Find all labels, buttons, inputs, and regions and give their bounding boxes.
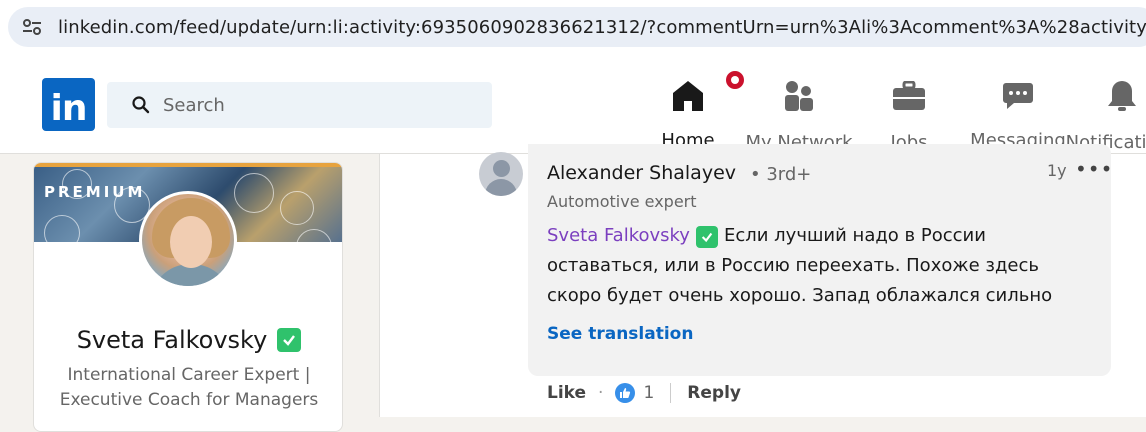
search-box[interactable] <box>107 82 492 128</box>
linkedin-logo[interactable]: in <box>42 78 95 131</box>
top-nav: in Home My Network <box>0 57 1146 154</box>
commenter-headline: Automotive expert <box>547 192 697 211</box>
nav-my-network[interactable]: My Network <box>745 77 853 153</box>
verified-icon <box>277 328 302 352</box>
home-notification-dot <box>724 69 746 91</box>
mention-link[interactable]: Sveta Falkovsky <box>547 225 690 246</box>
like-count[interactable]: 1 <box>643 383 654 403</box>
address-bar[interactable]: linkedin.com/feed/update/urn:li:activity… <box>8 7 1146 47</box>
home-icon <box>673 81 703 111</box>
separator-dot: · <box>598 383 604 403</box>
comment-actions: Like · 1 Reply <box>547 383 741 403</box>
profile-avatar[interactable] <box>139 191 237 289</box>
nav-notifications[interactable]: Notifications <box>1066 77 1146 153</box>
browser-toolbar: linkedin.com/feed/update/urn:li:activity… <box>0 0 1146 57</box>
profile-headline: International Career Expert | Executive … <box>59 365 319 410</box>
connection-degree: • 3rd+ <box>750 164 812 185</box>
see-translation-link[interactable]: See translation <box>547 324 693 344</box>
feed-post-panel: Alexander Shalayev • 3rd+ 1y ••• Automot… <box>379 144 1146 417</box>
bell-icon <box>1108 81 1136 111</box>
briefcase-icon <box>893 81 925 110</box>
divider <box>670 383 672 403</box>
network-icon <box>785 81 813 111</box>
profile-name[interactable]: Sveta Falkovsky <box>77 326 268 354</box>
url-text[interactable]: linkedin.com/feed/update/urn:li:activity… <box>58 17 1146 38</box>
nav-messaging[interactable]: Messaging <box>970 77 1066 153</box>
reply-button[interactable]: Reply <box>687 383 741 403</box>
profile-card: PREMIUM Sveta Falkovsky International Ca… <box>33 162 343 432</box>
comment-text: Sveta Falkovsky Если лучший надо в России… <box>547 221 1097 311</box>
nav-jobs[interactable]: Jobs <box>864 77 954 153</box>
more-options-icon[interactable]: ••• <box>1075 157 1113 181</box>
comment-bubble: Alexander Shalayev • 3rd+ 1y ••• Automot… <box>528 144 1113 376</box>
comment-time: 1y <box>1047 161 1067 180</box>
verified-icon <box>695 226 718 248</box>
like-button[interactable]: Like <box>547 383 586 403</box>
like-reaction-icon[interactable] <box>615 383 636 403</box>
commenter-name[interactable]: Alexander Shalayev <box>547 162 736 184</box>
commenter-avatar[interactable] <box>479 152 523 196</box>
search-icon <box>131 95 151 115</box>
premium-badge: PREMIUM <box>44 183 146 201</box>
messaging-icon <box>1003 83 1033 109</box>
search-input[interactable] <box>163 94 463 116</box>
nav-home[interactable]: Home <box>633 69 746 153</box>
site-info-icon[interactable] <box>20 15 44 39</box>
profile-name-row[interactable]: Sveta Falkovsky <box>34 326 342 354</box>
